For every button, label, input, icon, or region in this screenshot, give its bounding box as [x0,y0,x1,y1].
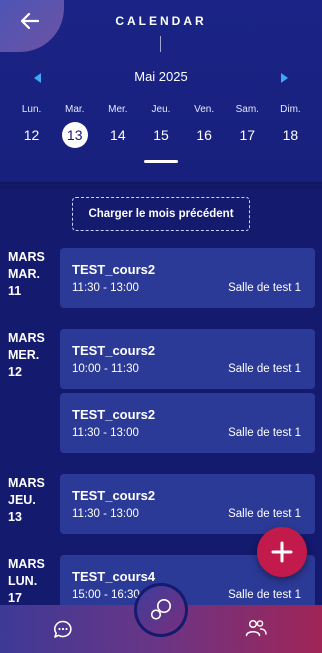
page-title: CALENDAR [115,14,207,28]
date-weekday: MAR. [8,267,40,281]
day-name: Sam. [235,104,259,115]
nav-chat-button[interactable] [52,619,78,641]
event-card[interactable]: TEST_cours2 11:30 - 13:00 Salle de test … [60,474,315,534]
event-card[interactable]: TEST_cours2 10:00 - 11:30 Salle de test … [60,329,315,389]
date-month: MARS [8,476,45,490]
date-label: MARS MER. 12 [8,330,60,381]
day-name: Dim. [280,104,301,115]
chat-bubble-icon [54,620,72,638]
nav-center-ring [134,583,188,637]
event-card[interactable]: TEST_cours2 11:30 - 13:00 Salle de test … [60,393,315,453]
event-room: Salle de test 1 [228,508,301,520]
event-card[interactable]: TEST_cours2 11:30 - 13:00 Salle de test … [60,248,315,308]
load-previous-month-button[interactable]: Charger le mois précédent [72,197,250,231]
event-room: Salle de test 1 [228,282,301,294]
event-time: 15:00 - 16:30 [72,589,140,601]
event-title: TEST_cours2 [72,343,156,358]
expand-handle[interactable] [144,160,178,163]
bubbles-icon [150,599,171,620]
event-title: TEST_cours2 [72,262,156,277]
day-saturday[interactable]: Sam. 17 [226,104,269,150]
date-day: 13 [8,510,22,524]
day-name: Mar. [64,104,85,115]
day-number: 15 [153,127,169,143]
event-room: Salle de test 1 [228,363,301,375]
event-title: TEST_cours2 [72,488,156,503]
add-event-button[interactable] [257,527,307,577]
event-title: TEST_cours4 [72,569,156,584]
day-number: 12 [23,127,40,143]
calendar-header: CALENDAR Mai 2025 Lun. 12 Mar. 13 Mer. 1… [0,0,322,186]
day-number: 14 [110,127,126,143]
date-day: 12 [8,365,22,379]
date-weekday: MER. [8,348,40,362]
event-time: 11:30 - 13:00 [72,508,139,520]
date-month: MARS [8,557,45,571]
event-time: 11:30 - 13:00 [72,282,139,294]
users-icon [245,619,267,637]
day-friday[interactable]: Ven. 16 [183,104,226,150]
title-divider [160,36,161,52]
nav-users-button[interactable] [244,618,270,640]
date-weekday: JEU. [8,493,36,507]
week-strip: Lun. 12 Mar. 13 Mer. 14 Jeu. 15 Ven. 16 … [10,104,312,150]
date-month: MARS [8,331,45,345]
date-label: MARS MAR. 11 [8,249,60,300]
day-tuesday[interactable]: Mar. 13 [53,104,96,150]
event-time: 10:00 - 11:30 [72,363,139,375]
month-navigator: Mai 2025 [0,68,322,88]
month-label: Mai 2025 [134,69,188,84]
header-shadow [0,182,322,190]
day-number: 17 [239,127,256,143]
day-number: 16 [196,127,212,143]
nav-center-button[interactable] [137,586,185,634]
day-monday[interactable]: Lun. 12 [10,104,53,150]
day-name: Mer. [108,104,128,115]
event-title: TEST_cours2 [72,407,156,422]
day-number-selected: 13 [61,122,88,148]
day-name: Lun. [21,104,42,115]
day-name: Ven. [194,104,215,115]
triangle-right-icon [281,73,288,83]
day-name: Jeu. [151,104,171,115]
date-day: 11 [8,284,22,298]
event-time: 11:30 - 13:00 [72,427,139,439]
day-thursday[interactable]: Jeu. 15 [139,104,182,150]
event-room: Salle de test 1 [228,427,301,439]
plus-icon [271,541,293,563]
day-number: 18 [282,127,299,143]
next-month-button[interactable] [276,70,292,86]
event-room: Salle de test 1 [228,589,301,601]
date-weekday: LUN. [8,574,38,588]
date-month: MARS [8,250,45,264]
day-wednesday[interactable]: Mer. 14 [96,104,139,150]
date-label: MARS JEU. 13 [8,475,60,526]
day-sunday[interactable]: Dim. 18 [269,104,312,150]
date-label: MARS LUN. 17 [8,556,60,607]
